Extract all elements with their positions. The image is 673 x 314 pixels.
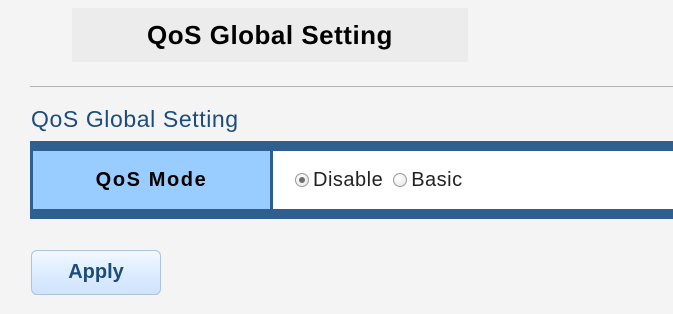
radio-basic[interactable] (393, 173, 408, 187)
qos-mode-disable-option[interactable]: Disable (295, 169, 383, 192)
page-title: QoS Global Setting (147, 19, 393, 50)
radio-disable[interactable] (295, 173, 309, 187)
qos-mode-label: QoS Mode (33, 151, 270, 209)
qos-mode-basic-option[interactable]: Basic (393, 169, 462, 192)
qos-settings-table: QoS Mode Disable Basic (30, 141, 673, 219)
radio-disable-label: Disable (313, 168, 384, 191)
header-divider (30, 86, 673, 87)
section-title: QoS Global Setting (31, 106, 239, 132)
radio-basic-label: Basic (411, 168, 463, 191)
apply-button[interactable]: Apply (31, 250, 161, 295)
radio-selected-dot (299, 177, 305, 183)
qos-mode-options: Disable Basic (273, 151, 673, 209)
page-header: QoS Global Setting (72, 8, 468, 62)
